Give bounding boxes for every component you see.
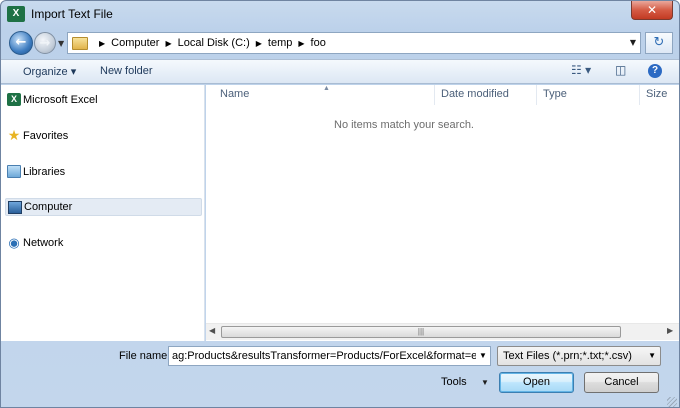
refresh-button[interactable]: ↻ [645, 32, 673, 54]
sidebar-item-label: Microsoft Excel [23, 94, 98, 106]
file-type-dropdown-icon[interactable]: ▼ [648, 347, 656, 365]
folder-icon [72, 36, 88, 50]
file-name-value: ag:Products&resultsTransformer=Products/… [172, 350, 491, 362]
sort-ascending-icon: ▲ [323, 85, 330, 92]
breadcrumb-separator-icon[interactable]: ▶ [99, 39, 105, 48]
sidebar-item-label: Libraries [23, 166, 66, 178]
breadcrumb-foo[interactable]: foo [311, 37, 326, 49]
title-bar[interactable]: X Import Text File ✕ [1, 1, 679, 27]
navigation-bar: ← → ▼ ▶ Computer ▶ Local Disk (C:) ▶ tem… [1, 28, 679, 58]
library-icon [7, 165, 21, 178]
file-name-input[interactable]: ag:Products&resultsTransformer=Products/… [168, 346, 491, 366]
sidebar-item-label: Favorites [23, 130, 69, 142]
sidebar-item-computer[interactable]: Computer [5, 198, 202, 216]
command-toolbar: Organize ▾ New folder ☷ ▾ ◫ ? [1, 59, 679, 84]
file-name-label: File name: [119, 350, 171, 362]
file-name-dropdown-icon[interactable]: ▼ [476, 347, 490, 365]
sidebar-item-label: Computer [24, 201, 73, 213]
breadcrumb-temp[interactable]: temp [268, 37, 292, 49]
tools-dropdown-icon[interactable]: ▼ [481, 378, 489, 387]
resize-grip-icon[interactable] [667, 397, 677, 407]
computer-icon [8, 201, 22, 214]
import-text-file-dialog: X Import Text File ✕ ← → ▼ ▶ Computer ▶ … [0, 0, 680, 408]
help-icon[interactable]: ? [648, 64, 662, 78]
preview-pane-icon[interactable]: ◫ [615, 63, 626, 77]
breadcrumb-separator-icon[interactable]: ▶ [165, 39, 171, 48]
sidebar-item-label: Network [23, 237, 64, 249]
organize-button[interactable]: Organize ▾ [23, 65, 76, 78]
cancel-button[interactable]: Cancel [584, 372, 659, 393]
open-button[interactable]: Open [499, 372, 574, 393]
new-folder-button[interactable]: New folder [100, 65, 153, 77]
excel-icon: X [7, 6, 25, 22]
breadcrumb-separator-icon[interactable]: ▶ [256, 39, 262, 48]
change-view-icon[interactable]: ☷ ▾ [571, 63, 591, 77]
horizontal-scrollbar[interactable]: ◀ ||| ▶ [206, 323, 679, 340]
scroll-right-icon[interactable]: ▶ [667, 326, 673, 335]
column-header-size[interactable]: Size [646, 88, 667, 100]
star-icon: ★ [7, 127, 21, 143]
breadcrumb-separator-icon[interactable]: ▶ [298, 39, 304, 48]
breadcrumb: ▶ Computer ▶ Local Disk (C:) ▶ temp ▶ fo… [93, 37, 326, 49]
recent-locations-dropdown-icon[interactable]: ▼ [58, 39, 64, 48]
file-type-select[interactable]: Text Files (*.prn;*.txt;*.csv) ▼ [497, 346, 661, 366]
column-header-date-modified[interactable]: Date modified [441, 88, 509, 100]
breadcrumb-local-disk[interactable]: Local Disk (C:) [178, 37, 250, 49]
file-list[interactable]: ▲ Name Date modified Type Size No items … [206, 85, 679, 341]
column-header-type[interactable]: Type [543, 88, 567, 100]
close-button[interactable]: ✕ [631, 1, 673, 20]
forward-button[interactable]: → [34, 32, 56, 54]
network-icon: ◉ [8, 235, 20, 250]
address-dropdown-icon[interactable]: ▼ [630, 38, 636, 47]
sidebar-item-favorites[interactable]: ★ Favorites [5, 127, 202, 145]
sidebar-item-microsoft-excel[interactable]: X Microsoft Excel [5, 91, 202, 109]
address-bar[interactable]: ▶ Computer ▶ Local Disk (C:) ▶ temp ▶ fo… [67, 32, 641, 54]
sidebar-item-network[interactable]: ◉ Network [5, 234, 202, 252]
file-type-value: Text Files (*.prn;*.txt;*.csv) [503, 350, 632, 362]
breadcrumb-computer[interactable]: Computer [111, 37, 159, 49]
column-divider[interactable] [536, 85, 537, 105]
column-divider[interactable] [639, 85, 640, 105]
back-button[interactable]: ← [9, 31, 33, 55]
column-header-name[interactable]: Name [220, 88, 249, 100]
tools-button[interactable]: Tools [441, 376, 467, 388]
navigation-pane: X Microsoft Excel ★ Favorites Libraries … [1, 85, 205, 341]
scrollbar-thumb[interactable]: ||| [221, 326, 621, 338]
sidebar-item-libraries[interactable]: Libraries [5, 163, 202, 181]
empty-message: No items match your search. [334, 119, 474, 131]
window-title: Import Text File [31, 7, 113, 21]
dialog-footer: File name: ag:Products&resultsTransforme… [1, 342, 679, 407]
excel-icon: X [7, 93, 21, 106]
scroll-left-icon[interactable]: ◀ [209, 326, 215, 335]
column-divider[interactable] [434, 85, 435, 105]
